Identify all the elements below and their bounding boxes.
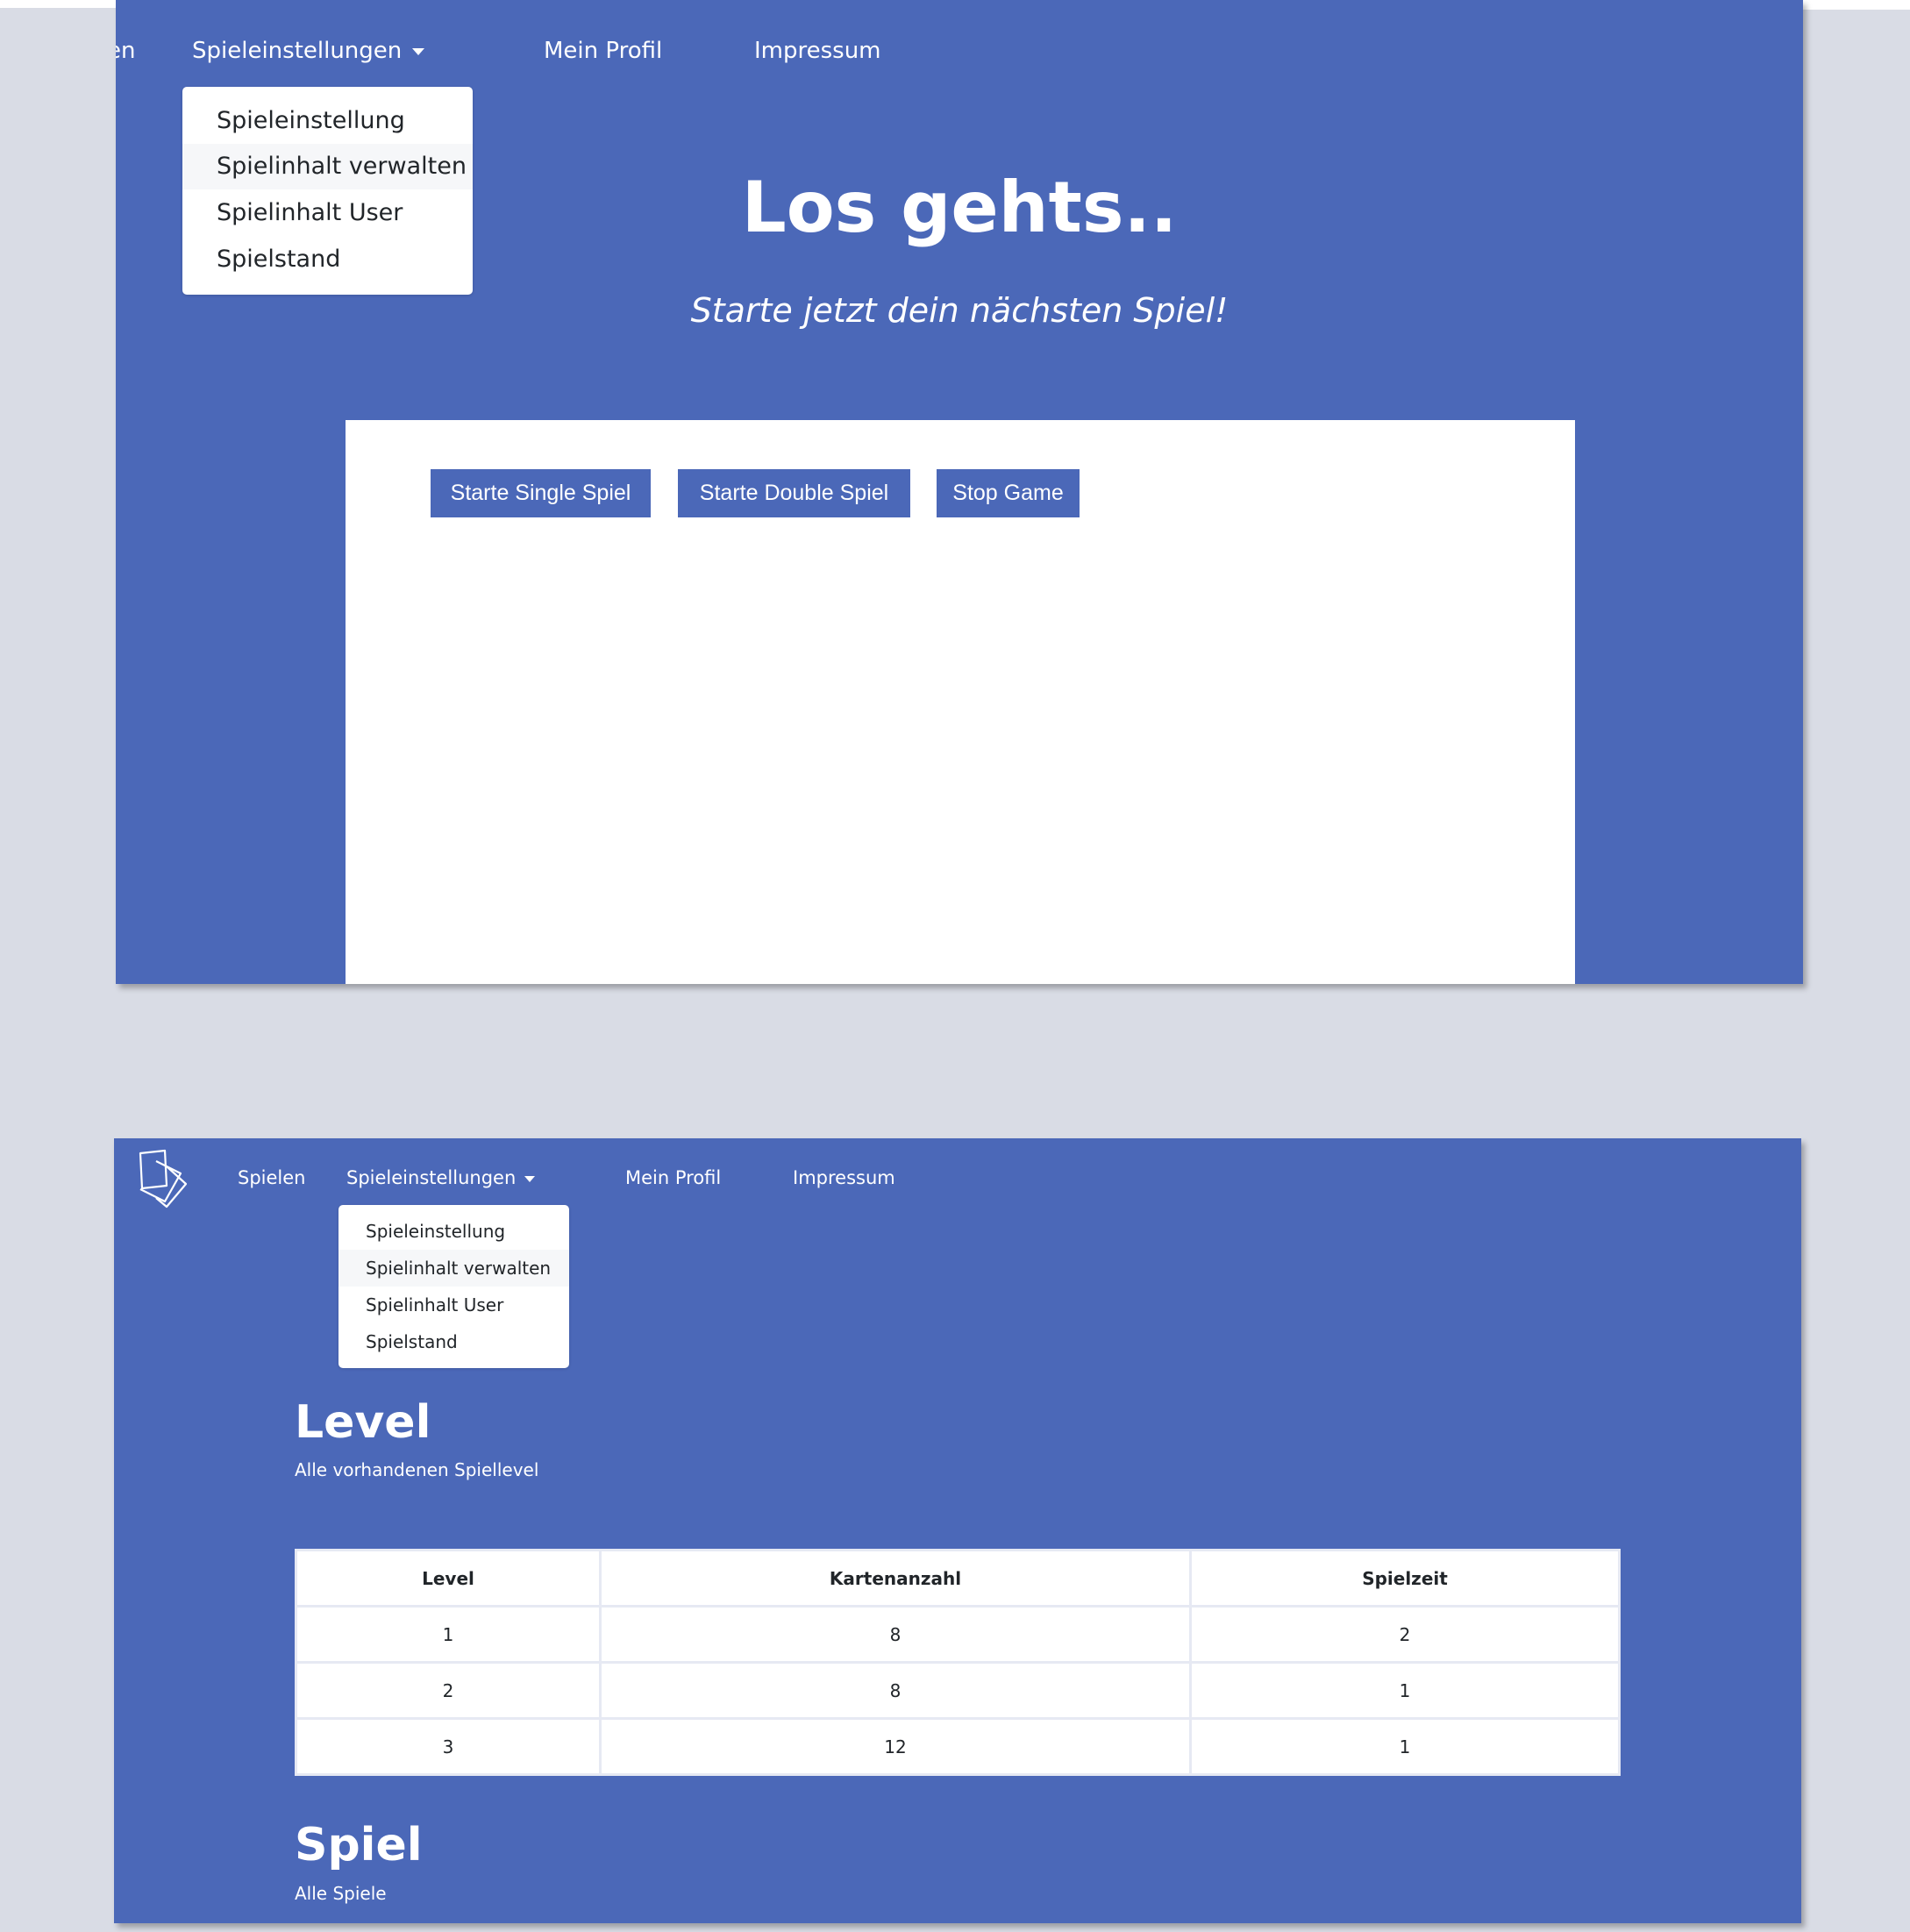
top-white-strip-edge [1803,8,1910,10]
hero-title: Los gehts.. [741,167,1178,248]
level-section-subtitle: Alle vorhandenen Spiellevel [295,1459,539,1480]
stop-game-button[interactable]: Stop Game [937,469,1080,517]
nav-impressum[interactable]: Impressum [754,38,881,64]
caret-down-icon [524,1175,536,1182]
nav-spieleinstellungen[interactable]: Spieleinstellungen [192,38,425,64]
cell-kartenanzahl: 8 [599,1661,1192,1720]
game-card: Starte Single Spiel Starte Double Spiel … [346,420,1575,984]
screenshot-content-management: Spielen Spieleinstellungen Mein Profil I… [114,1138,1801,1923]
column-header-kartenanzahl: Kartenanzahl [599,1549,1192,1608]
cell-spielzeit: 1 [1189,1661,1621,1720]
level-table: Level Kartenanzahl Spielzeit 1 8 2 2 8 1… [295,1549,1621,1776]
nav-spieleinstellungen-label: Spieleinstellungen [192,38,403,64]
hero-subtitle: Starte jetzt dein nächsten Spiel! [690,291,1229,330]
level-section-title: Level [295,1396,431,1449]
spiel-section-subtitle: Alle Spiele [295,1883,387,1904]
cell-kartenanzahl: 8 [599,1605,1192,1664]
dropdown-item-spieleinstellung[interactable]: Spieleinstellung [182,98,473,144]
table-row: 1 8 2 [295,1605,1621,1664]
nav-impressum[interactable]: Impressum [793,1167,895,1188]
table-header-row: Level Kartenanzahl Spielzeit [295,1549,1621,1608]
dropdown-item-spieleinstellung[interactable]: Spieleinstellung [339,1213,569,1250]
screenshot-game-start: en Spieleinstellungen Mein Profil Impres… [116,0,1803,984]
dropdown-item-spielstand[interactable]: Spielstand [339,1323,569,1360]
cards-logo-icon[interactable] [135,1149,191,1210]
column-header-level: Level [295,1549,602,1608]
nav-spieleinstellungen[interactable]: Spieleinstellungen [346,1167,536,1188]
dropdown-item-spielinhalt-user[interactable]: Spielinhalt User [339,1287,569,1323]
cell-level: 3 [295,1717,602,1776]
caret-down-icon [412,47,425,55]
nav-spielen[interactable]: Spielen [238,1167,305,1188]
column-header-spielzeit: Spielzeit [1189,1549,1621,1608]
cell-level: 1 [295,1605,602,1664]
start-single-game-button[interactable]: Starte Single Spiel [431,469,651,517]
nav-spielen[interactable]: en [116,38,135,64]
start-double-game-button[interactable]: Starte Double Spiel [678,469,910,517]
nav-mein-profil[interactable]: Mein Profil [625,1167,721,1188]
nav-mein-profil[interactable]: Mein Profil [544,38,662,64]
dropdown-item-spielinhalt-verwalten[interactable]: Spielinhalt verwalten [339,1250,569,1287]
cell-spielzeit: 2 [1189,1605,1621,1664]
table-row: 2 8 1 [295,1661,1621,1720]
table-row: 3 12 1 [295,1717,1621,1776]
cell-spielzeit: 1 [1189,1717,1621,1776]
nav-spieleinstellungen-label: Spieleinstellungen [346,1167,517,1188]
cell-level: 2 [295,1661,602,1720]
settings-dropdown-menu: Spieleinstellung Spielinhalt verwalten S… [339,1205,569,1368]
cell-kartenanzahl: 12 [599,1717,1192,1776]
spiel-section-title: Spiel [295,1819,423,1871]
